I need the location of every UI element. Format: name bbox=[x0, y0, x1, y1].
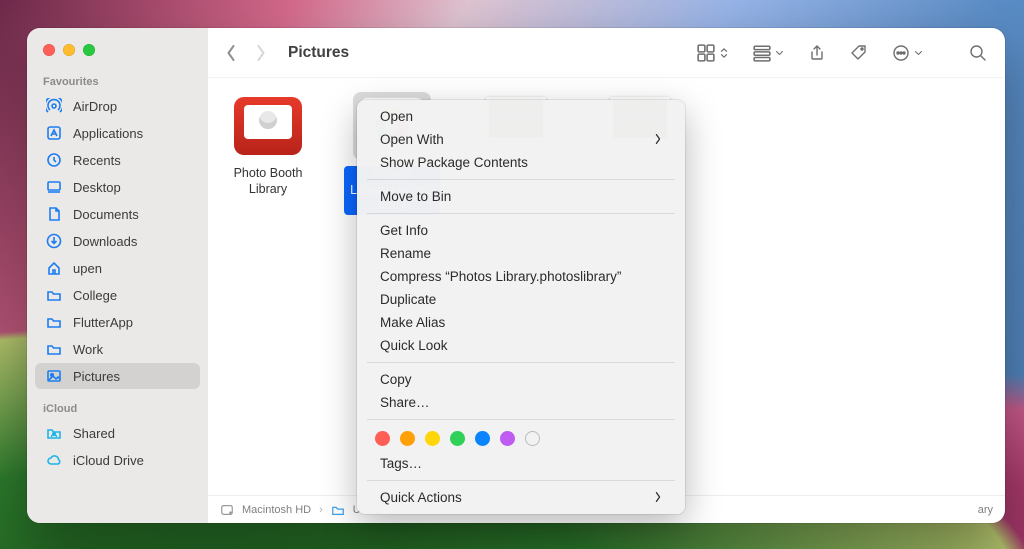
back-button[interactable] bbox=[226, 45, 236, 61]
action-menu-button[interactable] bbox=[892, 44, 923, 62]
menu-share[interactable]: Share… bbox=[362, 391, 680, 414]
sidebar-item-label: upen bbox=[73, 261, 102, 276]
sidebar-item-recents[interactable]: Recents bbox=[35, 147, 200, 173]
image-icon bbox=[45, 367, 63, 385]
airdrop-icon bbox=[45, 97, 63, 115]
menu-quick-actions[interactable]: Quick Actions bbox=[362, 486, 680, 509]
shared-folder-icon bbox=[45, 424, 63, 442]
sidebar-item-label: Applications bbox=[73, 126, 143, 141]
home-icon bbox=[45, 259, 63, 277]
menu-compress[interactable]: Compress “Photos Library.photoslibrary” bbox=[362, 265, 680, 288]
chevron-right-icon bbox=[654, 490, 662, 505]
context-menu: Open Open With Show Package Contents Mov… bbox=[357, 100, 685, 514]
menu-rename[interactable]: Rename bbox=[362, 242, 680, 265]
window-title: Pictures bbox=[288, 44, 349, 62]
sidebar-item-label: Pictures bbox=[73, 369, 120, 384]
nav-buttons bbox=[226, 45, 266, 61]
sidebar: Favourites AirDrop Applications Recents … bbox=[27, 28, 208, 523]
cloud-icon bbox=[45, 451, 63, 469]
sidebar-section-favourites: Favourites bbox=[27, 70, 208, 92]
applications-icon bbox=[45, 124, 63, 142]
menu-duplicate[interactable]: Duplicate bbox=[362, 288, 680, 311]
group-by-button[interactable] bbox=[753, 44, 784, 62]
chevron-right-icon bbox=[654, 132, 662, 147]
tag-orange[interactable] bbox=[400, 431, 415, 446]
sidebar-item-documents[interactable]: Documents bbox=[35, 201, 200, 227]
menu-copy[interactable]: Copy bbox=[362, 368, 680, 391]
chevron-right-icon: › bbox=[319, 504, 323, 516]
sidebar-item-pictures[interactable]: Pictures bbox=[35, 363, 200, 389]
folder-icon bbox=[331, 503, 345, 517]
sidebar-item-label: Shared bbox=[73, 426, 115, 441]
sidebar-item-label: AirDrop bbox=[73, 99, 117, 114]
tag-green[interactable] bbox=[450, 431, 465, 446]
desktop-icon bbox=[45, 178, 63, 196]
folder-icon bbox=[45, 340, 63, 358]
sidebar-item-label: Recents bbox=[73, 153, 121, 168]
toolbar: Pictures bbox=[208, 28, 1005, 78]
minimize-window-button[interactable] bbox=[63, 44, 75, 56]
sidebar-item-label: College bbox=[73, 288, 117, 303]
sidebar-item-home[interactable]: upen bbox=[35, 255, 200, 281]
sidebar-item-downloads[interactable]: Downloads bbox=[35, 228, 200, 254]
menu-quick-look[interactable]: Quick Look bbox=[362, 334, 680, 357]
forward-button[interactable] bbox=[256, 45, 266, 61]
tag-red[interactable] bbox=[375, 431, 390, 446]
menu-make-alias[interactable]: Make Alias bbox=[362, 311, 680, 334]
sidebar-item-airdrop[interactable]: AirDrop bbox=[35, 93, 200, 119]
search-button[interactable] bbox=[969, 44, 987, 62]
close-window-button[interactable] bbox=[43, 44, 55, 56]
photo-booth-icon bbox=[234, 97, 302, 155]
sidebar-item-icloud-drive[interactable]: iCloud Drive bbox=[35, 447, 200, 473]
sidebar-item-label: Work bbox=[73, 342, 103, 357]
file-item-photo-booth[interactable]: Photo Booth Library bbox=[220, 92, 316, 197]
sidebar-item-label: Documents bbox=[73, 207, 139, 222]
menu-tag-colors bbox=[357, 425, 685, 452]
sidebar-item-college[interactable]: College bbox=[35, 282, 200, 308]
tag-purple[interactable] bbox=[500, 431, 515, 446]
sidebar-item-work[interactable]: Work bbox=[35, 336, 200, 362]
window-controls bbox=[27, 44, 208, 70]
harddrive-icon bbox=[220, 503, 234, 517]
share-button[interactable] bbox=[808, 44, 826, 62]
menu-open-with[interactable]: Open With bbox=[362, 128, 680, 151]
zoom-window-button[interactable] bbox=[83, 44, 95, 56]
menu-tags[interactable]: Tags… bbox=[362, 452, 680, 475]
menu-open[interactable]: Open bbox=[362, 105, 680, 128]
menu-show-package-contents[interactable]: Show Package Contents bbox=[362, 151, 680, 174]
sidebar-item-shared[interactable]: Shared bbox=[35, 420, 200, 446]
sidebar-item-label: iCloud Drive bbox=[73, 453, 144, 468]
folder-icon bbox=[45, 313, 63, 331]
tags-button[interactable] bbox=[850, 44, 868, 62]
path-segment-truncated[interactable]: ary bbox=[978, 504, 993, 516]
folder-icon bbox=[45, 286, 63, 304]
sidebar-item-flutterapp[interactable]: FlutterApp bbox=[35, 309, 200, 335]
tag-none[interactable] bbox=[525, 431, 540, 446]
menu-get-info[interactable]: Get Info bbox=[362, 219, 680, 242]
document-icon bbox=[45, 205, 63, 223]
tag-yellow[interactable] bbox=[425, 431, 440, 446]
sidebar-item-label: FlutterApp bbox=[73, 315, 133, 330]
file-label: Photo Booth Library bbox=[220, 166, 316, 197]
tag-blue[interactable] bbox=[475, 431, 490, 446]
clock-icon bbox=[45, 151, 63, 169]
menu-move-to-bin[interactable]: Move to Bin bbox=[362, 185, 680, 208]
sidebar-item-desktop[interactable]: Desktop bbox=[35, 174, 200, 200]
sidebar-item-label: Downloads bbox=[73, 234, 137, 249]
view-switcher[interactable] bbox=[697, 44, 729, 62]
sidebar-section-icloud: iCloud bbox=[27, 397, 208, 419]
path-segment[interactable]: Macintosh HD bbox=[242, 504, 311, 516]
download-icon bbox=[45, 232, 63, 250]
sidebar-item-label: Desktop bbox=[73, 180, 121, 195]
sidebar-item-applications[interactable]: Applications bbox=[35, 120, 200, 146]
